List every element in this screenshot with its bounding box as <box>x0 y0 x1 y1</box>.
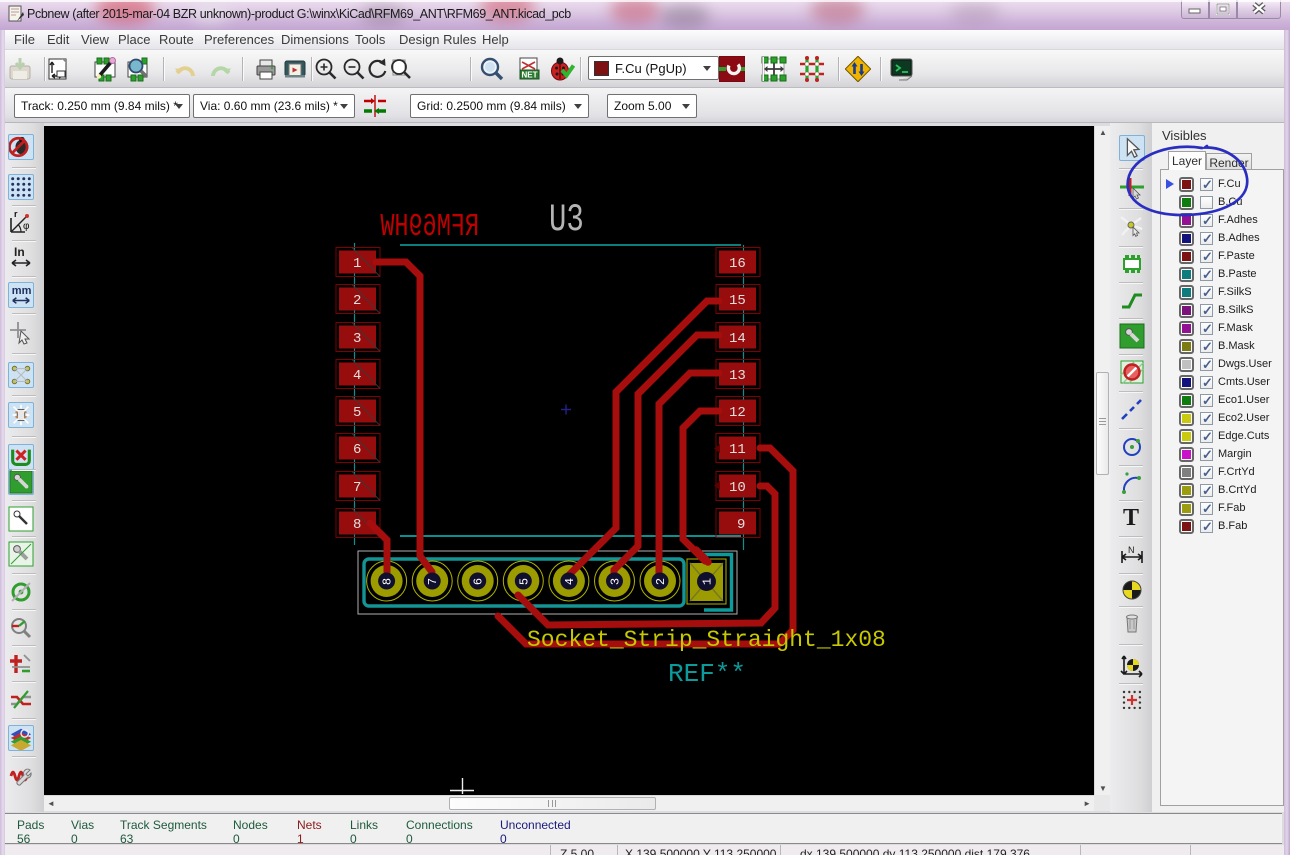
svg-text:T: T <box>1123 505 1139 530</box>
svg-text:φ: φ <box>23 221 30 232</box>
svg-text:1: 1 <box>353 256 361 272</box>
svg-text:r: r <box>14 210 18 219</box>
svg-text:RFM69HW: RFM69HW <box>380 210 479 245</box>
svg-text:U3: U3 <box>549 198 584 242</box>
svg-text:REF**: REF** <box>668 659 746 689</box>
svg-text:In: In <box>14 245 25 259</box>
svg-text:6: 6 <box>353 442 361 458</box>
svg-text:14: 14 <box>729 331 746 347</box>
svg-text:mm: mm <box>12 285 32 297</box>
svg-text:7: 7 <box>426 578 440 585</box>
svg-text:5: 5 <box>353 405 361 421</box>
svg-text:13: 13 <box>729 368 746 384</box>
svg-text:12: 12 <box>729 405 746 421</box>
svg-text:1: 1 <box>701 578 715 585</box>
svg-text:6: 6 <box>472 578 486 585</box>
svg-text:2: 2 <box>654 578 668 585</box>
svg-text:4: 4 <box>563 578 577 585</box>
svg-text:8: 8 <box>381 578 395 585</box>
svg-text:Socket_Strip_Straight_1x08: Socket_Strip_Straight_1x08 <box>527 627 886 653</box>
svg-text:10: 10 <box>729 480 746 496</box>
svg-text:2: 2 <box>353 293 361 309</box>
svg-text:N: N <box>1128 545 1135 555</box>
svg-text:3: 3 <box>353 331 361 347</box>
svg-text:NET: NET <box>522 71 538 80</box>
svg-text:4: 4 <box>353 368 361 384</box>
svg-text:3: 3 <box>609 578 623 585</box>
svg-text:9: 9 <box>737 517 745 533</box>
svg-text:8: 8 <box>353 517 361 533</box>
svg-text:16: 16 <box>729 256 746 272</box>
svg-text:15: 15 <box>729 293 746 309</box>
svg-text:7: 7 <box>353 480 361 496</box>
svg-text:5: 5 <box>517 578 531 585</box>
svg-text:11: 11 <box>729 442 746 458</box>
